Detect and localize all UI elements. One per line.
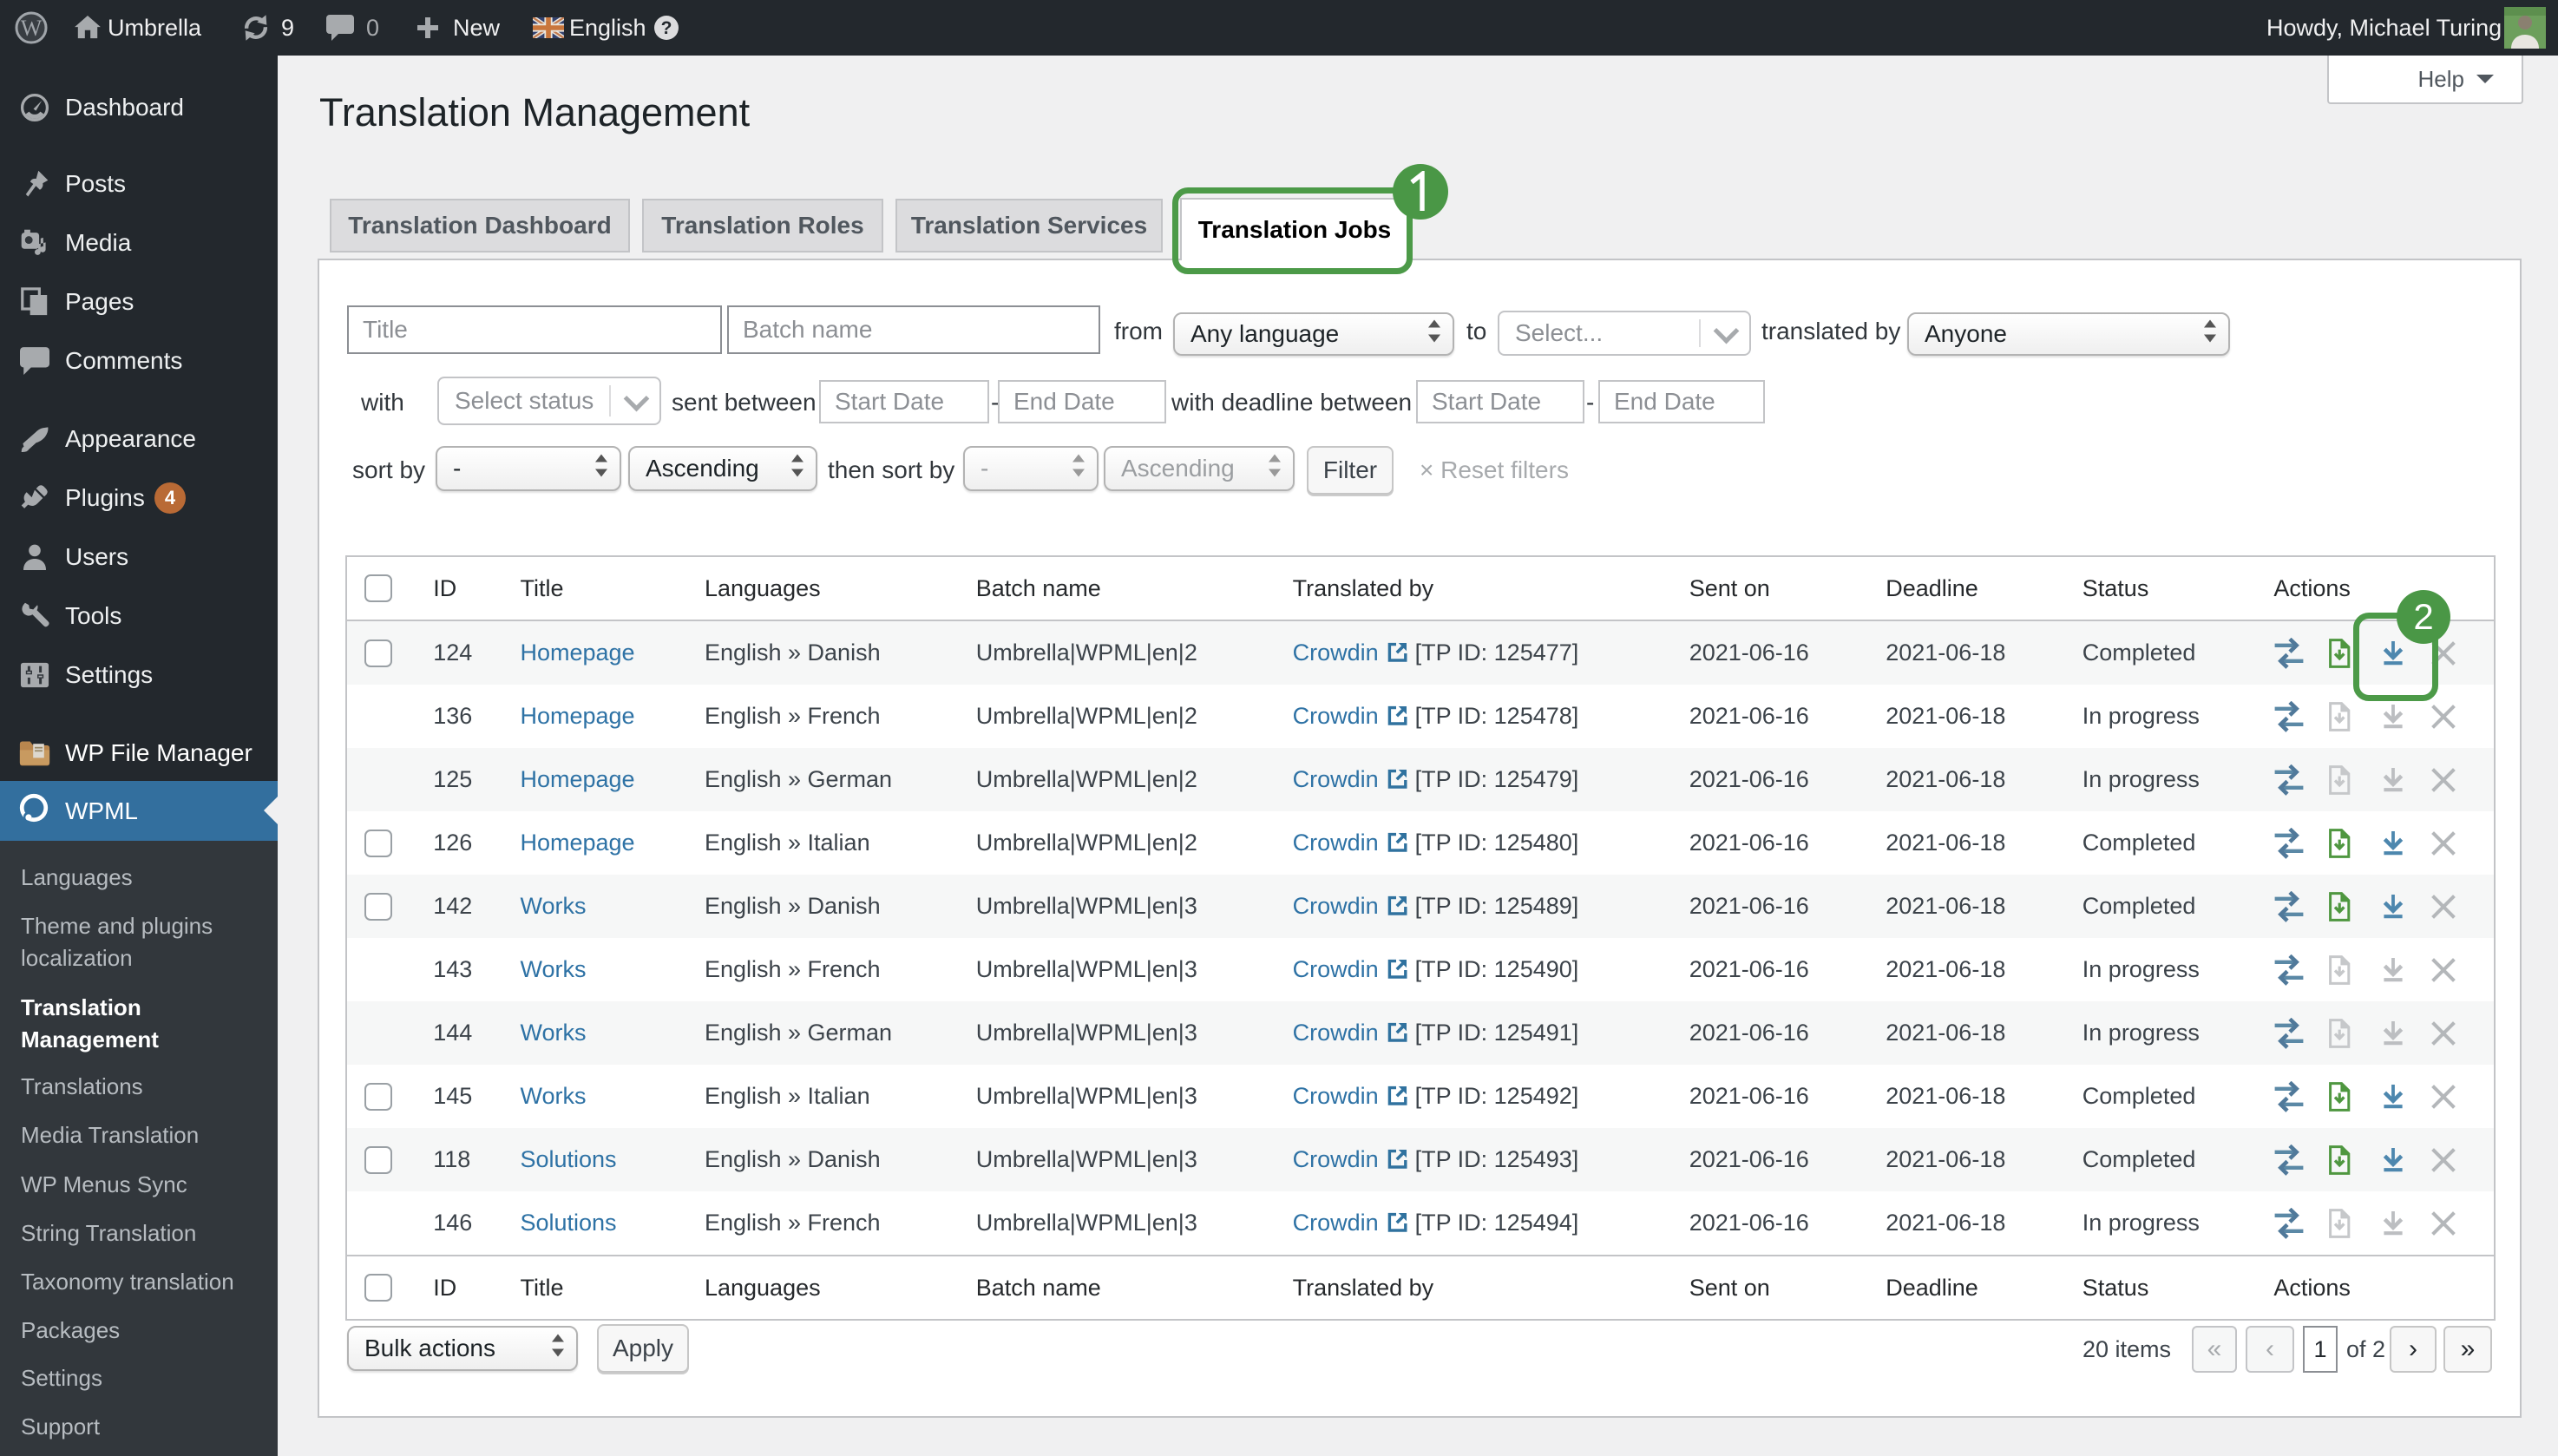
svg-text:?: ? — [661, 18, 672, 38]
svg-text:W: W — [21, 16, 43, 41]
